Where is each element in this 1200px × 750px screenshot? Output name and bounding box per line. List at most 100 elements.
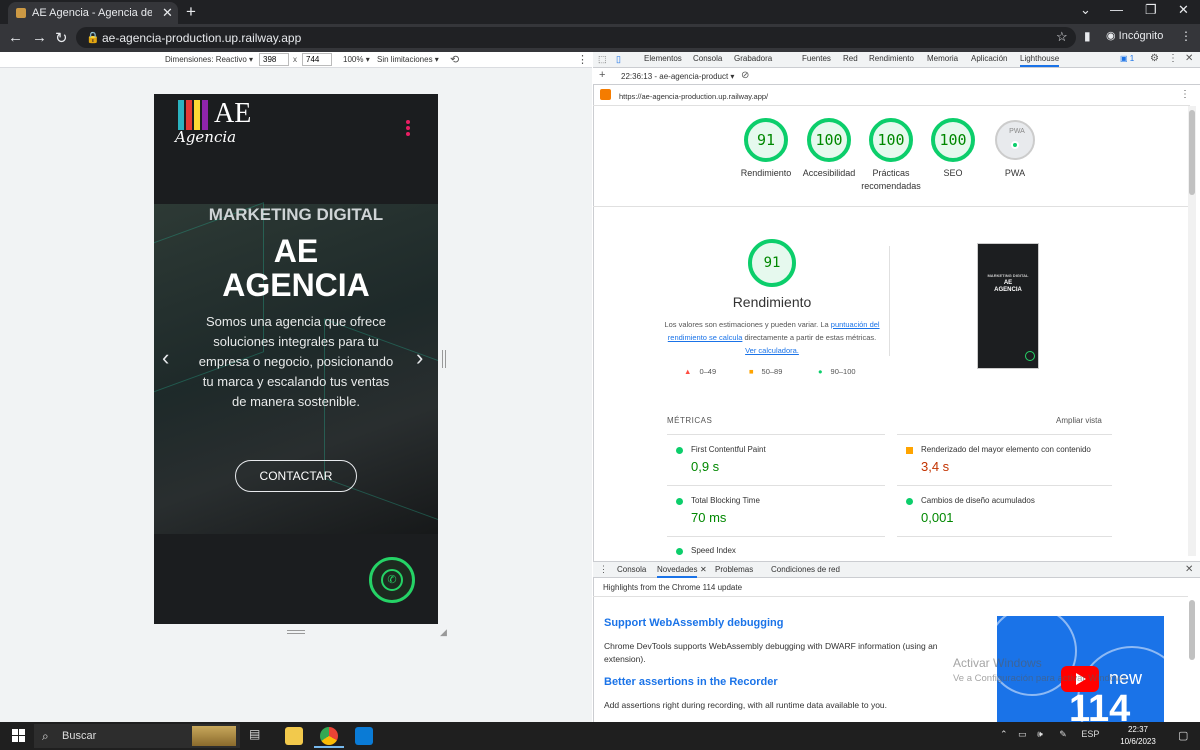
tab-aplicacion[interactable]: Aplicación bbox=[971, 54, 1007, 63]
chrome-menu-icon[interactable]: ⋮ bbox=[1180, 29, 1192, 43]
close-tab-icon[interactable]: ✕ bbox=[162, 5, 173, 21]
drawer-scrollbar-thumb[interactable] bbox=[1189, 600, 1195, 660]
tab-lighthouse[interactable]: Lighthouse bbox=[1020, 54, 1060, 67]
file-explorer-icon[interactable] bbox=[285, 727, 303, 745]
incognito-icon: ◉ bbox=[1106, 30, 1116, 42]
drawer-tab-close-icon[interactable]: ✕ bbox=[700, 565, 707, 574]
divider bbox=[897, 485, 1112, 486]
news-title[interactable]: Support WebAssembly debugging bbox=[604, 617, 783, 629]
score-label-pwa: PWA bbox=[1004, 168, 1026, 178]
throttle-select[interactable]: Sin limitaciones ▾ bbox=[377, 55, 439, 64]
tab-elementos[interactable]: Elementos bbox=[644, 54, 682, 63]
drawer-close-icon[interactable]: ✕ bbox=[1185, 564, 1193, 575]
zoom-label: 100% bbox=[343, 55, 364, 64]
carousel-next-icon[interactable]: › bbox=[416, 345, 423, 371]
search-placeholder: Buscar bbox=[62, 730, 97, 742]
back-icon[interactable]: ← bbox=[8, 29, 23, 46]
forward-icon[interactable]: → bbox=[32, 29, 47, 46]
report-url[interactable]: https://ae-agencia-production.up.railway… bbox=[619, 92, 768, 101]
news-title[interactable]: Better assertions in the Recorder bbox=[604, 676, 778, 688]
metrics-title: MÉTRICAS bbox=[667, 416, 713, 425]
windows-start-icon[interactable] bbox=[12, 729, 26, 743]
device-toggle-icon[interactable]: ▯ bbox=[616, 54, 621, 65]
bookmark-star-icon[interactable]: ☆ bbox=[1056, 29, 1068, 45]
height-input[interactable]: 744 bbox=[302, 53, 332, 66]
metric-speed-index: Speed Index bbox=[676, 546, 886, 558]
metric-value: 3,4 s bbox=[921, 459, 950, 474]
thumb-kicker: MARKETING DIGITAL bbox=[987, 273, 1029, 278]
drawer-tab-network-conditions[interactable]: Condiciones de red bbox=[771, 565, 840, 574]
taskbar-clock[interactable]: 22:37 10/6/2023 bbox=[1116, 724, 1160, 748]
tab-search-icon[interactable]: ⌄ bbox=[1080, 2, 1091, 18]
settings-gear-icon[interactable]: ⚙ bbox=[1150, 53, 1159, 64]
zoom-select[interactable]: 100% ▾ bbox=[343, 55, 370, 64]
resize-corner-icon[interactable]: ◢ bbox=[440, 627, 447, 638]
clear-reports-icon[interactable]: ⊘ bbox=[741, 70, 749, 81]
metric-value: 0,9 s bbox=[691, 459, 720, 474]
resize-handle-bottom[interactable] bbox=[287, 630, 305, 634]
divider bbox=[897, 536, 1112, 537]
drawer-tab-novedades[interactable]: Novedades bbox=[657, 565, 698, 578]
pass-circle-icon bbox=[676, 447, 683, 454]
side-panel-icon[interactable]: ▮ bbox=[1084, 29, 1091, 43]
calculator-link[interactable]: Ver calculadora. bbox=[745, 346, 799, 355]
expand-view-toggle[interactable]: Ampliar vista bbox=[1056, 416, 1102, 425]
browser-tab[interactable]: AE Agencia - Agencia de Marketi ✕ bbox=[8, 2, 178, 24]
logo-bars-icon bbox=[178, 100, 208, 130]
drawer-menu-icon[interactable]: ⋮ bbox=[599, 564, 608, 575]
menu-dots-icon[interactable] bbox=[406, 120, 410, 138]
page-screenshot-thumbnail[interactable]: MARKETING DIGITAL AE AGENCIA bbox=[977, 243, 1039, 369]
issues-badge[interactable]: ▣ 1 bbox=[1120, 54, 1134, 63]
inspect-element-icon[interactable]: ⬚ bbox=[598, 54, 607, 65]
tab-grabadora[interactable]: Grabadora bbox=[734, 54, 772, 63]
tab-memoria[interactable]: Memoria bbox=[927, 54, 958, 63]
task-view-icon[interactable]: ▤ bbox=[249, 727, 267, 745]
incognito-badge[interactable]: ◉ Incógnito bbox=[1106, 29, 1163, 42]
drawer-tab-problemas[interactable]: Problemas bbox=[715, 565, 753, 574]
tab-rendimiento[interactable]: Rendimiento bbox=[869, 54, 914, 63]
logo-text[interactable]: AE bbox=[214, 98, 251, 130]
maximize-button[interactable]: ❐ bbox=[1145, 2, 1157, 18]
score-gauge-accessibility[interactable]: 100 bbox=[807, 118, 851, 162]
taskbar-search[interactable]: ⌕ Buscar bbox=[34, 724, 240, 748]
carousel-prev-icon[interactable]: ‹ bbox=[162, 345, 169, 371]
new-tab-button[interactable]: + bbox=[186, 2, 196, 22]
chrome-icon[interactable] bbox=[320, 727, 338, 745]
rotate-icon[interactable]: ⟲ bbox=[450, 53, 459, 66]
notification-icon[interactable]: ▢ bbox=[1178, 729, 1188, 742]
report-scrollbar-thumb[interactable] bbox=[1189, 110, 1195, 195]
site-favicon-icon bbox=[16, 8, 26, 18]
resize-handle-right[interactable] bbox=[442, 350, 446, 368]
dimensions-select[interactable]: Dimensiones: Reactivo ▾ bbox=[165, 55, 253, 64]
minimize-button[interactable]: — bbox=[1110, 2, 1123, 17]
tab-fuentes[interactable]: Fuentes bbox=[802, 54, 831, 63]
whatsapp-button[interactable]: ✆ bbox=[369, 557, 415, 603]
pwa-gauge[interactable]: PWA bbox=[995, 120, 1035, 160]
devtools-close-icon[interactable]: ✕ bbox=[1185, 53, 1193, 64]
divider bbox=[667, 536, 885, 537]
drawer-tab-consola[interactable]: Consola bbox=[617, 565, 646, 574]
score-gauge-seo[interactable]: 100 bbox=[931, 118, 975, 162]
device-more-icon[interactable]: ⋮ bbox=[577, 53, 588, 66]
reload-icon[interactable]: ↻ bbox=[55, 29, 68, 47]
triangle-icon: ▲ bbox=[684, 367, 692, 376]
pen-icon: ✎ bbox=[1059, 729, 1067, 739]
score-gauge-performance[interactable]: 91 bbox=[744, 118, 788, 162]
news-text: Chrome DevTools supports WebAssembly deb… bbox=[604, 641, 938, 664]
report-select[interactable]: 22:36:13 - ae-agencia-product ▾ bbox=[621, 72, 734, 81]
width-input[interactable]: 398 bbox=[259, 53, 289, 66]
contact-button[interactable]: CONTACTAR bbox=[235, 460, 357, 492]
vscode-icon[interactable] bbox=[355, 727, 373, 745]
tab-red[interactable]: Red bbox=[843, 54, 858, 63]
report-menu-icon[interactable]: ⋮ bbox=[1180, 89, 1190, 100]
report-select-label: 22:36:13 - ae-agencia-product bbox=[621, 72, 729, 81]
highlights-header: Highlights from the Chrome 114 update bbox=[603, 583, 743, 592]
legend-range: 50–89 bbox=[761, 367, 783, 376]
tab-consola[interactable]: Consola bbox=[693, 54, 722, 63]
new-report-icon[interactable]: + bbox=[599, 69, 605, 81]
score-gauge-best-practices[interactable]: 100 bbox=[869, 118, 913, 162]
close-window-button[interactable]: ✕ bbox=[1178, 2, 1189, 18]
address-bar[interactable]: 🔒 ae-agencia-production.up.railway.app bbox=[76, 27, 1076, 48]
devtools-more-icon[interactable]: ⋮ bbox=[1168, 53, 1178, 64]
system-tray[interactable]: ⌃ ▭ 🕪 ✎ ESP bbox=[1000, 729, 1099, 740]
